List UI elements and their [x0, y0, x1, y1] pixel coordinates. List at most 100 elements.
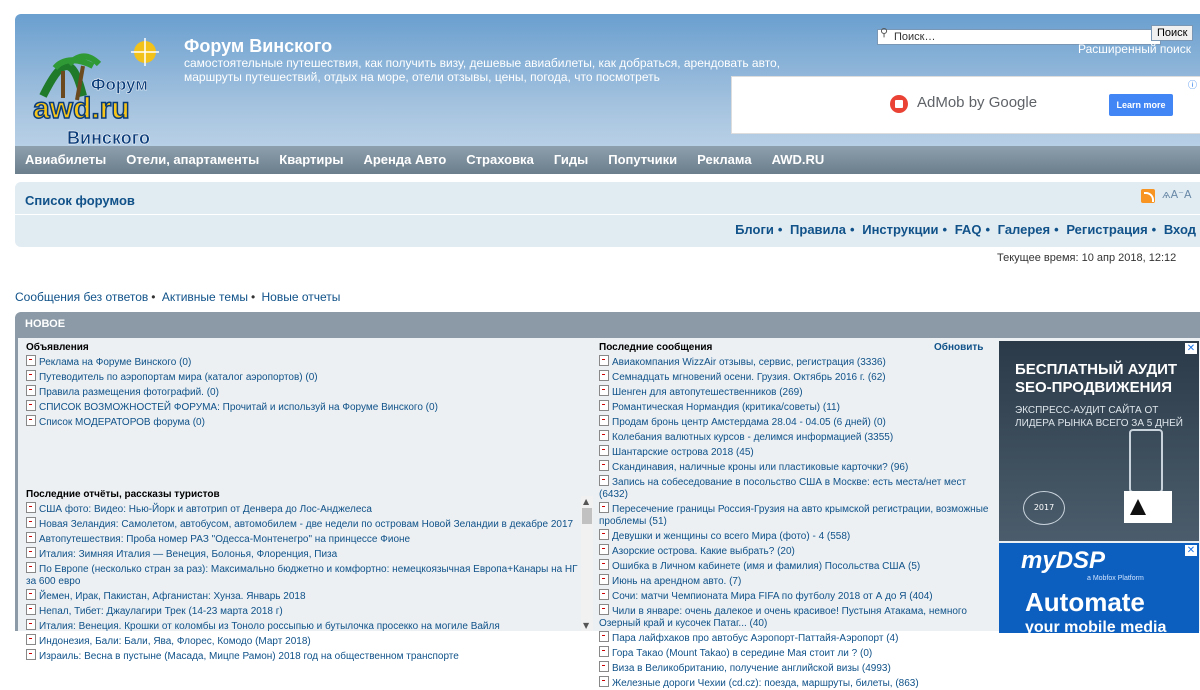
link-faq[interactable]: FAQ — [955, 222, 982, 237]
latest-post-item[interactable]: Гора Такао (Mount Takao) в середине Мая … — [599, 645, 994, 660]
refresh-link[interactable]: Обновить — [934, 342, 983, 353]
latest-post-item[interactable]: Июнь на арендном авто. (7) — [599, 573, 994, 588]
latest-post-item[interactable]: Романтическая Нормандия (критика/советы)… — [599, 399, 994, 414]
report-item[interactable]: Новая Зеландия: Самолетом, автобусом, ав… — [26, 516, 586, 531]
topic-link[interactable]: Непал, Тибет: Джаулагири Трек (14-23 мар… — [39, 606, 283, 617]
link-new-reports[interactable]: Новые отчеты — [262, 290, 341, 304]
site-title[interactable]: Форум Винского — [184, 36, 332, 57]
report-item[interactable]: Непал, Тибет: Джаулагири Трек (14-23 мар… — [26, 603, 586, 618]
latest-post-item[interactable]: Авиакомпания WizzAir отзывы, сервис, рег… — [599, 354, 994, 369]
nav-awd[interactable]: AWD.RU — [772, 146, 825, 174]
link-login[interactable]: Вход — [1164, 222, 1196, 237]
topic-link[interactable]: Виза в Великобританию, получение английс… — [612, 663, 891, 674]
announcement-item[interactable]: Список МОДЕРАТОРОВ форума (0) — [26, 414, 586, 429]
topic-link[interactable]: Индонезия, Бали: Бали, Ява, Флорес, Комо… — [39, 636, 311, 647]
admob-learn-more-button[interactable]: Learn more — [1109, 94, 1173, 116]
report-item[interactable]: Израиль: Весна в пустыне (Масада, Мицпе … — [26, 648, 586, 663]
link-blogs[interactable]: Блоги — [735, 222, 774, 237]
topic-link[interactable]: Романтическая Нормандия (критика/советы)… — [612, 402, 840, 413]
topic-link[interactable]: Продам бронь центр Амстердама 28.04 - 04… — [612, 417, 886, 428]
report-item[interactable]: По Европе (несколько стран за раз): Макс… — [26, 561, 586, 588]
topic-link[interactable]: Шантарские острова 2018 (45) — [612, 447, 754, 458]
advanced-search-link[interactable]: Расширенный поиск — [1078, 42, 1191, 56]
search-button[interactable]: Поиск — [1151, 25, 1194, 41]
topic-link[interactable]: Авиакомпания WizzAir отзывы, сервис, рег… — [612, 357, 886, 368]
link-unanswered[interactable]: Сообщения без ответов — [15, 290, 148, 304]
latest-post-item[interactable]: Пара лайфхаков про автобус Аэропорт-Патт… — [599, 630, 994, 645]
mydsp-ad[interactable]: ✕ myDSP a Mobfox Platform Automate your … — [999, 543, 1199, 633]
topic-link[interactable]: Скандинавия, наличные кроны или пластико… — [612, 462, 908, 473]
latest-post-item[interactable]: Скандинавия, наличные кроны или пластико… — [599, 459, 994, 474]
reports-scrollbar[interactable]: ▲ ▼ — [581, 496, 593, 631]
topic-link[interactable]: Июнь на арендном авто. (7) — [612, 576, 741, 587]
link-gallery[interactable]: Галерея — [998, 222, 1051, 237]
latest-post-item[interactable]: Пересечение границы Россия-Грузия на авт… — [599, 501, 994, 528]
topic-link[interactable]: Йемен, Ирак, Пакистан, Афганистан: Хунза… — [39, 591, 306, 602]
link-register[interactable]: Регистрация — [1066, 222, 1147, 237]
topic-link[interactable]: Азорские острова. Какие выбрать? (20) — [612, 546, 795, 557]
scroll-up-icon[interactable]: ▲ — [583, 497, 589, 506]
topic-link[interactable]: Путеводитель по аэропортам мира (каталог… — [39, 372, 318, 383]
report-item[interactable]: Автопутешествия: Проба номер РАЗ "Одесса… — [26, 531, 586, 546]
latest-post-item[interactable]: Ошибка в Личном кабинете (имя и фамилия)… — [599, 558, 994, 573]
latest-post-item[interactable]: Колебания валютных курсов - делимся инфо… — [599, 429, 994, 444]
report-item[interactable]: Индонезия, Бали: Бали, Ява, Флорес, Комо… — [26, 633, 586, 648]
nav-insurance[interactable]: Страховка — [466, 146, 534, 174]
latest-post-item[interactable]: Шенген для автопутешественников (269) — [599, 384, 994, 399]
latest-post-item[interactable]: Девушки и женщины со всего Мира (фото) -… — [599, 528, 994, 543]
rss-icon[interactable] — [1141, 189, 1155, 203]
link-active-topics[interactable]: Активные темы — [162, 290, 248, 304]
topic-link[interactable]: Железные дороги Чехии (cd.cz): поезда, м… — [612, 678, 919, 689]
ad-info-icon[interactable]: ⓘ — [1188, 78, 1197, 91]
seo-audit-ad[interactable]: ✕ БЕСПЛАТНЫЙ АУДИТ SEO-ПРОДВИЖЕНИЯ ЭКСПР… — [999, 341, 1199, 541]
latest-post-item[interactable]: Чили в январе: очень далекое и очень кра… — [599, 603, 994, 630]
topic-link[interactable]: Сочи: матчи Чемпионата Мира FIFA по футб… — [612, 591, 933, 602]
topic-link[interactable]: Пересечение границы Россия-Грузия на авт… — [599, 504, 988, 527]
topic-link[interactable]: Израиль: Весна в пустыне (Масада, Мицпе … — [39, 651, 459, 662]
nav-hotels[interactable]: Отели, апартаменты — [126, 146, 259, 174]
topic-link[interactable]: США фото: Видео: Нью-Йорк и автотрип от … — [39, 504, 372, 515]
nav-apartments[interactable]: Квартиры — [279, 146, 343, 174]
topic-link[interactable]: Италия: Зимняя Италия — Венеция, Болонья… — [39, 549, 337, 560]
topic-link[interactable]: Правила размещения фотографий. (0) — [39, 387, 219, 398]
link-instructions[interactable]: Инструкции — [862, 222, 938, 237]
font-size-icon[interactable]: ѧA⁻A — [1162, 188, 1191, 201]
latest-post-item[interactable]: Запись на собеседование в посольство США… — [599, 474, 994, 501]
nav-guides[interactable]: Гиды — [554, 146, 588, 174]
topic-link[interactable]: Колебания валютных курсов - делимся инфо… — [612, 432, 893, 443]
breadcrumb-forum-list[interactable]: Список форумов — [25, 193, 135, 208]
ad-close-icon[interactable]: ✕ — [1185, 343, 1197, 354]
announcement-item[interactable]: Правила размещения фотографий. (0) — [26, 384, 586, 399]
announcement-item[interactable]: Реклама на Форуме Винского (0) — [26, 354, 586, 369]
topic-link[interactable]: Гора Такао (Mount Takao) в середине Мая … — [612, 648, 872, 659]
topic-link[interactable]: По Европе (несколько стран за раз): Макс… — [26, 564, 578, 587]
topic-link[interactable]: Реклама на Форуме Винского (0) — [39, 357, 191, 368]
topic-link[interactable]: Запись на собеседование в посольство США… — [599, 477, 966, 500]
latest-post-item[interactable]: Железные дороги Чехии (cd.cz): поезда, м… — [599, 675, 994, 690]
scroll-thumb[interactable] — [582, 508, 592, 524]
latest-post-item[interactable]: Виза в Великобританию, получение английс… — [599, 660, 994, 675]
latest-post-item[interactable]: Продам бронь центр Амстердама 28.04 - 04… — [599, 414, 994, 429]
topic-link[interactable]: Шенген для автопутешественников (269) — [612, 387, 803, 398]
latest-post-item[interactable]: Азорские острова. Какие выбрать? (20) — [599, 543, 994, 558]
scroll-down-icon[interactable]: ▼ — [583, 621, 589, 630]
topic-link[interactable]: Новая Зеландия: Самолетом, автобусом, ав… — [39, 519, 573, 530]
nav-aviabilety[interactable]: Авиабилеты — [25, 146, 106, 174]
report-item[interactable]: Йемен, Ирак, Пакистан, Афганистан: Хунза… — [26, 588, 586, 603]
topic-link[interactable]: Пара лайфхаков про автобус Аэропорт-Патт… — [612, 633, 898, 644]
report-item[interactable]: США фото: Видео: Нью-Йорк и автотрип от … — [26, 501, 586, 516]
topic-link[interactable]: Чили в январе: очень далекое и очень кра… — [599, 606, 967, 629]
latest-post-item[interactable]: Шантарские острова 2018 (45) — [599, 444, 994, 459]
topic-link[interactable]: Семнадцать мгновений осени. Грузия. Октя… — [612, 372, 886, 383]
topic-link[interactable]: СПИСОК ВОЗМОЖНОСТЕЙ ФОРУМА: Прочитай и и… — [39, 402, 438, 413]
ad-close-icon[interactable]: ✕ — [1185, 545, 1197, 556]
admob-banner-ad[interactable]: AdMob by Google Learn more ⓘ — [731, 76, 1200, 134]
site-logo[interactable]: Форум awd.ru Винского — [33, 36, 183, 151]
topic-link[interactable]: Италия: Венеция. Крошки от коломбы из То… — [39, 621, 500, 632]
report-item[interactable]: Италия: Зимняя Италия — Венеция, Болонья… — [26, 546, 586, 561]
topic-link[interactable]: Автопутешествия: Проба номер РАЗ "Одесса… — [39, 534, 410, 545]
nav-companions[interactable]: Попутчики — [608, 146, 677, 174]
latest-post-item[interactable]: Семнадцать мгновений осени. Грузия. Октя… — [599, 369, 994, 384]
announcement-item[interactable]: Путеводитель по аэропортам мира (каталог… — [26, 369, 586, 384]
nav-car-rental[interactable]: Аренда Авто — [363, 146, 446, 174]
